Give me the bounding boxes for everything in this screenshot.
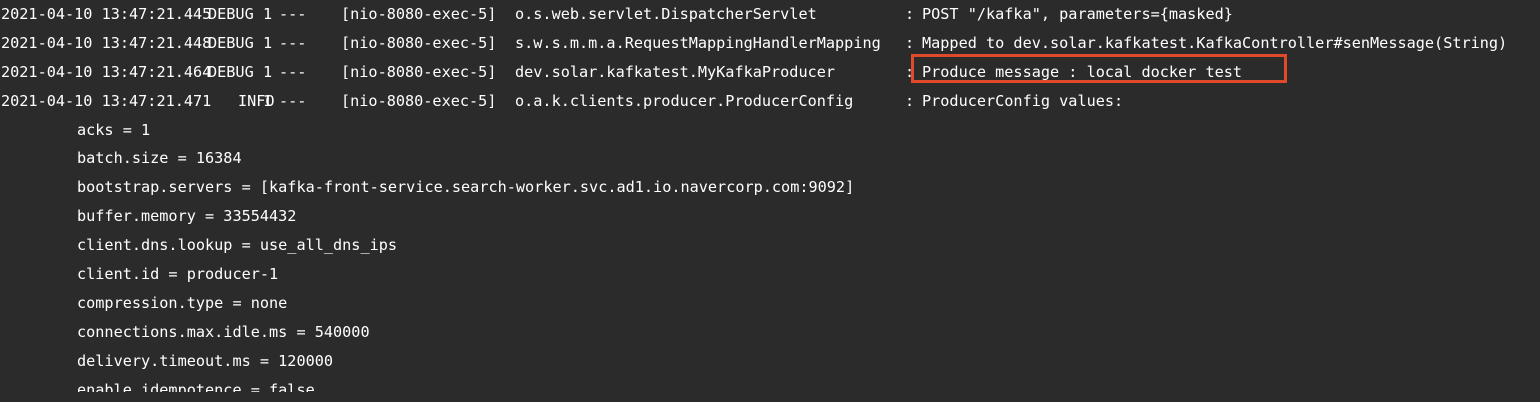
log-separator: ---: [279, 5, 307, 23]
config-line: client.id = producer-1: [77, 265, 279, 284]
log-logger: dev.solar.kafkatest.MyKafkaProducer: [515, 62, 836, 81]
config-line: compression.type = none: [77, 293, 288, 312]
config-line: batch.size = 16384: [77, 149, 242, 168]
log-logger: s.w.s.m.m.a.RequestMappingHandlerMapping: [515, 33, 881, 52]
config-line: connections.max.idle.ms = 540000: [77, 322, 370, 341]
log-thread: [nio-8080-exec-5]: [341, 62, 497, 81]
terminal-log-output: 2021-04-10 13:47:21.445 DEBUG 1 --- [nio…: [0, 0, 1540, 402]
log-timestamp: 2021-04-10 13:47:21.471: [1, 91, 212, 110]
log-pid: 1: [263, 62, 273, 81]
log-colon: :: [905, 5, 915, 23]
log-thread: [nio-8080-exec-5]: [341, 5, 497, 23]
log-message: POST "/kafka", parameters={masked}: [922, 5, 1233, 23]
config-line: acks = 1: [77, 120, 151, 139]
log-line: 2021-04-10 13:47:21.464 DEBUG 1 --- [nio…: [0, 58, 1540, 87]
config-line: buffer.memory = 33554432: [77, 207, 297, 226]
log-level: DEBUG: [208, 62, 254, 81]
highlight-annotation-box: [911, 54, 1287, 83]
log-thread: [nio-8080-exec-5]: [341, 91, 497, 110]
log-line: 2021-04-10 13:47:21.448 DEBUG 1 --- [nio…: [0, 29, 1540, 58]
log-timestamp: 2021-04-10 13:47:21.464: [1, 62, 212, 81]
log-pid: 1: [263, 91, 273, 110]
bottom-edge: [0, 392, 1540, 402]
log-logger: o.a.k.clients.producer.ProducerConfig: [515, 91, 854, 110]
log-separator: ---: [279, 62, 307, 81]
config-line: client.dns.lookup = use_all_dns_ips: [77, 236, 398, 255]
log-level: DEBUG: [208, 5, 254, 23]
log-line: 2021-04-10 13:47:21.445 DEBUG 1 --- [nio…: [0, 0, 1540, 29]
log-pid: 1: [263, 33, 273, 52]
log-level: DEBUG: [208, 33, 254, 52]
log-message: ProducerConfig values:: [922, 91, 1124, 110]
config-line: delivery.timeout.ms = 120000: [77, 351, 334, 370]
log-line: 2021-04-10 13:47:21.471 INFO 1 --- [nio-…: [0, 87, 1540, 116]
config-line: bootstrap.servers = [kafka-front-service…: [77, 178, 855, 197]
log-separator: ---: [279, 91, 307, 110]
log-pid: 1: [263, 5, 273, 23]
log-logger: o.s.web.servlet.DispatcherServlet: [515, 5, 817, 23]
log-separator: ---: [279, 33, 307, 52]
log-colon: :: [905, 91, 915, 110]
log-thread: [nio-8080-exec-5]: [341, 33, 497, 52]
log-timestamp: 2021-04-10 13:47:21.445: [1, 5, 212, 23]
log-timestamp: 2021-04-10 13:47:21.448: [1, 33, 212, 52]
